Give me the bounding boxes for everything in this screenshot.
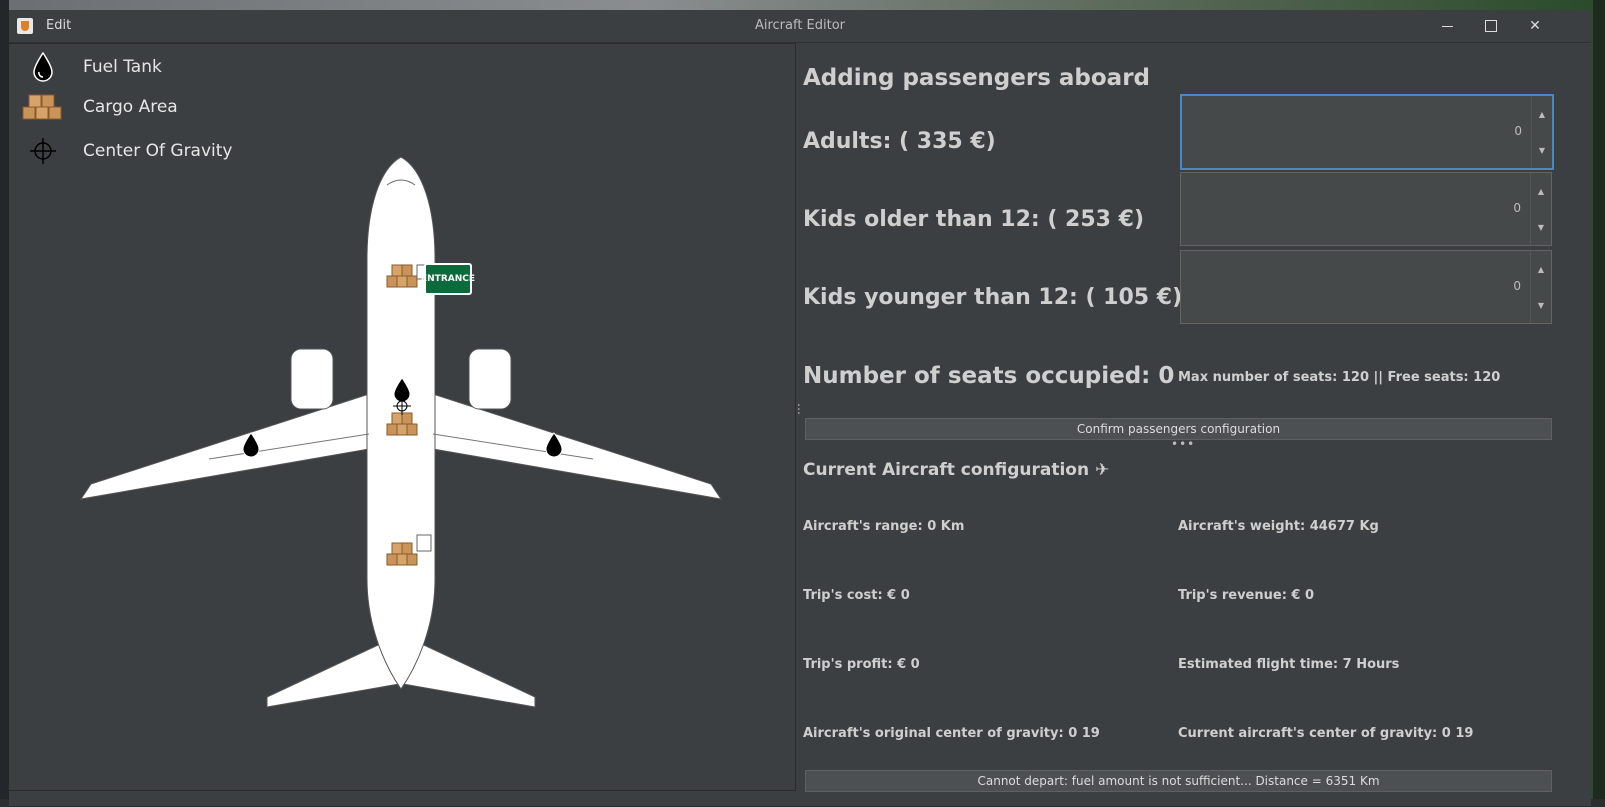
kids-older-decrement-button[interactable]: ▼ [1531, 209, 1551, 245]
kids-older-spinner[interactable]: 0 ▲ ▼ [1180, 172, 1552, 246]
adults-decrement-button[interactable]: ▼ [1532, 132, 1552, 168]
background-right-strip [1593, 0, 1605, 807]
left-wing [79, 393, 370, 500]
fuel-marker-right-wing[interactable] [544, 432, 564, 462]
left-stabilizer [266, 638, 400, 708]
current-center-of-gravity: Current aircraft's center of gravity: 0 … [1178, 726, 1474, 741]
estimated-flight-time: Estimated flight time: 7 Hours [1178, 657, 1400, 672]
trip-profit: Trip's profit: € 0 [803, 657, 920, 672]
configuration-panel: ⋯ Adding passengers aboard Adults: ( 335… [792, 43, 1560, 792]
minimize-icon [1441, 25, 1453, 27]
kids-younger-spinner-arrows: ▲ ▼ [1530, 251, 1551, 323]
original-center-of-gravity: Aircraft's original center of gravity: 0… [803, 726, 1100, 741]
horizontal-split-handle[interactable]: ••• [1171, 437, 1195, 451]
left-engine [290, 348, 334, 410]
close-icon: ✕ [1529, 18, 1541, 34]
aircraft-diagram: ENTRANCE [69, 149, 749, 749]
legend-fuel-label: Fuel Tank [83, 57, 162, 77]
aircraft-weight: Aircraft's weight: 44677 Kg [1178, 519, 1379, 534]
legend-cargo-label: Cargo Area [83, 97, 178, 117]
kids-older-spinner-arrows: ▲ ▼ [1530, 173, 1551, 245]
adults-label: Adults: ( 335 €) [803, 129, 996, 154]
right-stabilizer [402, 638, 536, 708]
trip-cost: Trip's cost: € 0 [803, 588, 910, 603]
fuel-drop-icon [21, 50, 65, 84]
kids-older-value[interactable]: 0 [1513, 201, 1521, 215]
fuel-marker-left-wing[interactable] [241, 432, 261, 462]
legend-cargo-area: Cargo Area [21, 90, 178, 124]
title-bar: Edit Aircraft Editor ✕ [9, 10, 1591, 43]
maximize-icon [1485, 20, 1497, 32]
minimize-button[interactable] [1425, 10, 1469, 42]
maximize-button[interactable] [1469, 10, 1513, 42]
current-configuration-heading: Current Aircraft configuration ✈ [803, 460, 1110, 480]
entrance-label: ENTRANCE [421, 274, 475, 284]
adults-spinner[interactable]: 0 ▲ ▼ [1180, 94, 1554, 170]
crosshair-icon [21, 134, 65, 168]
kids-younger-increment-button[interactable]: ▲ [1531, 251, 1551, 287]
cargo-marker-front[interactable] [385, 261, 419, 295]
kids-older-label: Kids older than 12: ( 253 €) [803, 207, 1144, 232]
adults-increment-button[interactable]: ▲ [1532, 96, 1552, 132]
close-button[interactable]: ✕ [1513, 10, 1557, 42]
cargo-boxes-icon [21, 90, 65, 124]
kids-younger-value[interactable]: 0 [1513, 279, 1521, 293]
entrance-sign: ENTRANCE [421, 263, 475, 295]
aircraft-view-panel: Fuel Tank Cargo Area Center Of Gravity E… [9, 43, 796, 791]
departure-status-bar: Cannot depart: fuel amount is not suffic… [805, 770, 1552, 792]
trip-revenue: Trip's revenue: € 0 [1178, 588, 1315, 603]
cargo-marker-rear[interactable] [385, 539, 419, 573]
window-title: Aircraft Editor [754, 18, 846, 33]
adults-value[interactable]: 0 [1514, 124, 1522, 138]
kids-older-increment-button[interactable]: ▲ [1531, 173, 1551, 209]
seats-occupied-heading: Number of seats occupied: 0 [803, 363, 1175, 389]
kids-younger-label: Kids younger than 12: ( 105 €) [803, 285, 1183, 310]
right-engine [468, 348, 512, 410]
right-wing [432, 393, 723, 500]
aircraft-range: Aircraft's range: 0 Km [803, 519, 965, 534]
vertical-split-handle[interactable]: ⋯ [792, 403, 806, 415]
legend-fuel-tank: Fuel Tank [21, 50, 162, 84]
background-left-strip [0, 0, 9, 807]
max-seats-info: Max number of seats: 120 || Free seats: … [1178, 370, 1501, 385]
center-of-gravity-marker [393, 397, 411, 419]
aircraft-editor-window: Edit Aircraft Editor ✕ Fuel Tank Cargo A… [9, 10, 1591, 806]
kids-younger-decrement-button[interactable]: ▼ [1531, 287, 1551, 323]
adults-spinner-arrows: ▲ ▼ [1531, 96, 1552, 168]
adding-passengers-heading: Adding passengers aboard [803, 65, 1151, 91]
kids-younger-spinner[interactable]: 0 ▲ ▼ [1180, 250, 1552, 324]
